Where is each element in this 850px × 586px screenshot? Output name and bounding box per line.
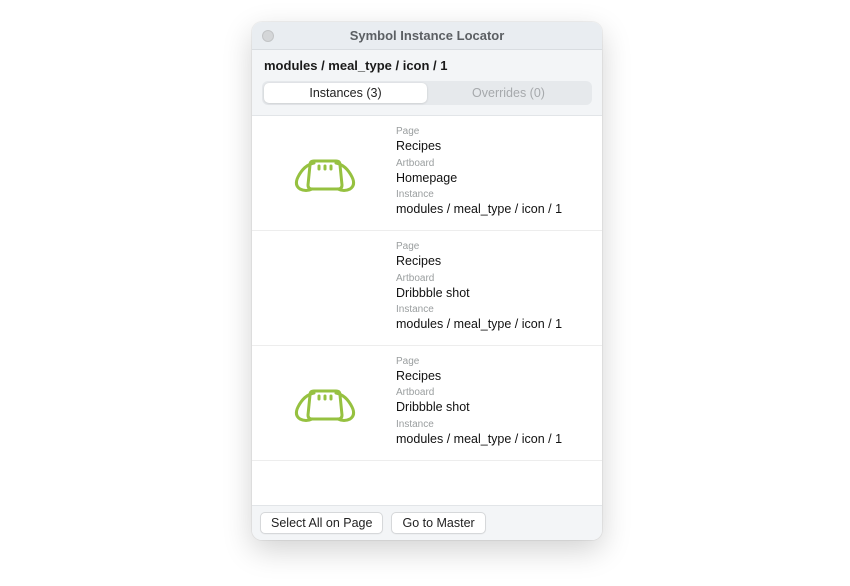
thumbnail [262,356,388,450]
artboard-value: Dribbble shot [396,286,592,302]
tab-overrides[interactable]: Overrides (0) [427,83,590,103]
page-value: Recipes [396,254,592,270]
item-meta: Page Recipes Artboard Homepage Instance … [388,126,592,220]
footer: Select All on Page Go to Master [252,505,602,540]
croissant-icon [288,151,362,195]
page-value: Recipes [396,139,592,155]
list-item[interactable]: Page Recipes Artboard Dribbble shot Inst… [252,346,602,461]
item-meta: Page Recipes Artboard Dribbble shot Inst… [388,241,592,335]
artboard-label: Artboard [396,273,592,285]
instance-value: modules / meal_type / icon / 1 [396,432,592,448]
thumbnail [262,241,388,335]
artboard-value: Homepage [396,171,592,187]
titlebar: Symbol Instance Locator [252,22,602,50]
artboard-label: Artboard [396,387,592,399]
symbol-path: modules / meal_type / icon / 1 [262,58,592,73]
instances-list: Page Recipes Artboard Homepage Instance … [252,116,602,505]
list-item[interactable]: Page Recipes Artboard Dribbble shot Inst… [252,231,602,346]
list-item[interactable]: Page Recipes Artboard Homepage Instance … [252,116,602,231]
artboard-value: Dribbble shot [396,400,592,416]
instance-value: modules / meal_type / icon / 1 [396,202,592,218]
item-meta: Page Recipes Artboard Dribbble shot Inst… [388,356,592,450]
close-window-icon[interactable] [262,30,274,42]
tab-instances[interactable]: Instances (3) [264,83,427,103]
thumbnail [262,126,388,220]
instance-label: Instance [396,189,592,201]
instance-value: modules / meal_type / icon / 1 [396,317,592,333]
instance-label: Instance [396,419,592,431]
croissant-icon [288,381,362,425]
window-title: Symbol Instance Locator [252,28,602,43]
instance-label: Instance [396,304,592,316]
page-value: Recipes [396,369,592,385]
tab-bar: Instances (3) Overrides (0) [262,81,592,105]
plugin-window: Symbol Instance Locator modules / meal_t… [252,22,602,540]
select-all-button[interactable]: Select All on Page [260,512,383,534]
page-label: Page [396,241,592,253]
go-to-master-button[interactable]: Go to Master [391,512,485,534]
page-label: Page [396,126,592,138]
page-label: Page [396,356,592,368]
artboard-label: Artboard [396,158,592,170]
header: modules / meal_type / icon / 1 Instances… [252,50,602,116]
